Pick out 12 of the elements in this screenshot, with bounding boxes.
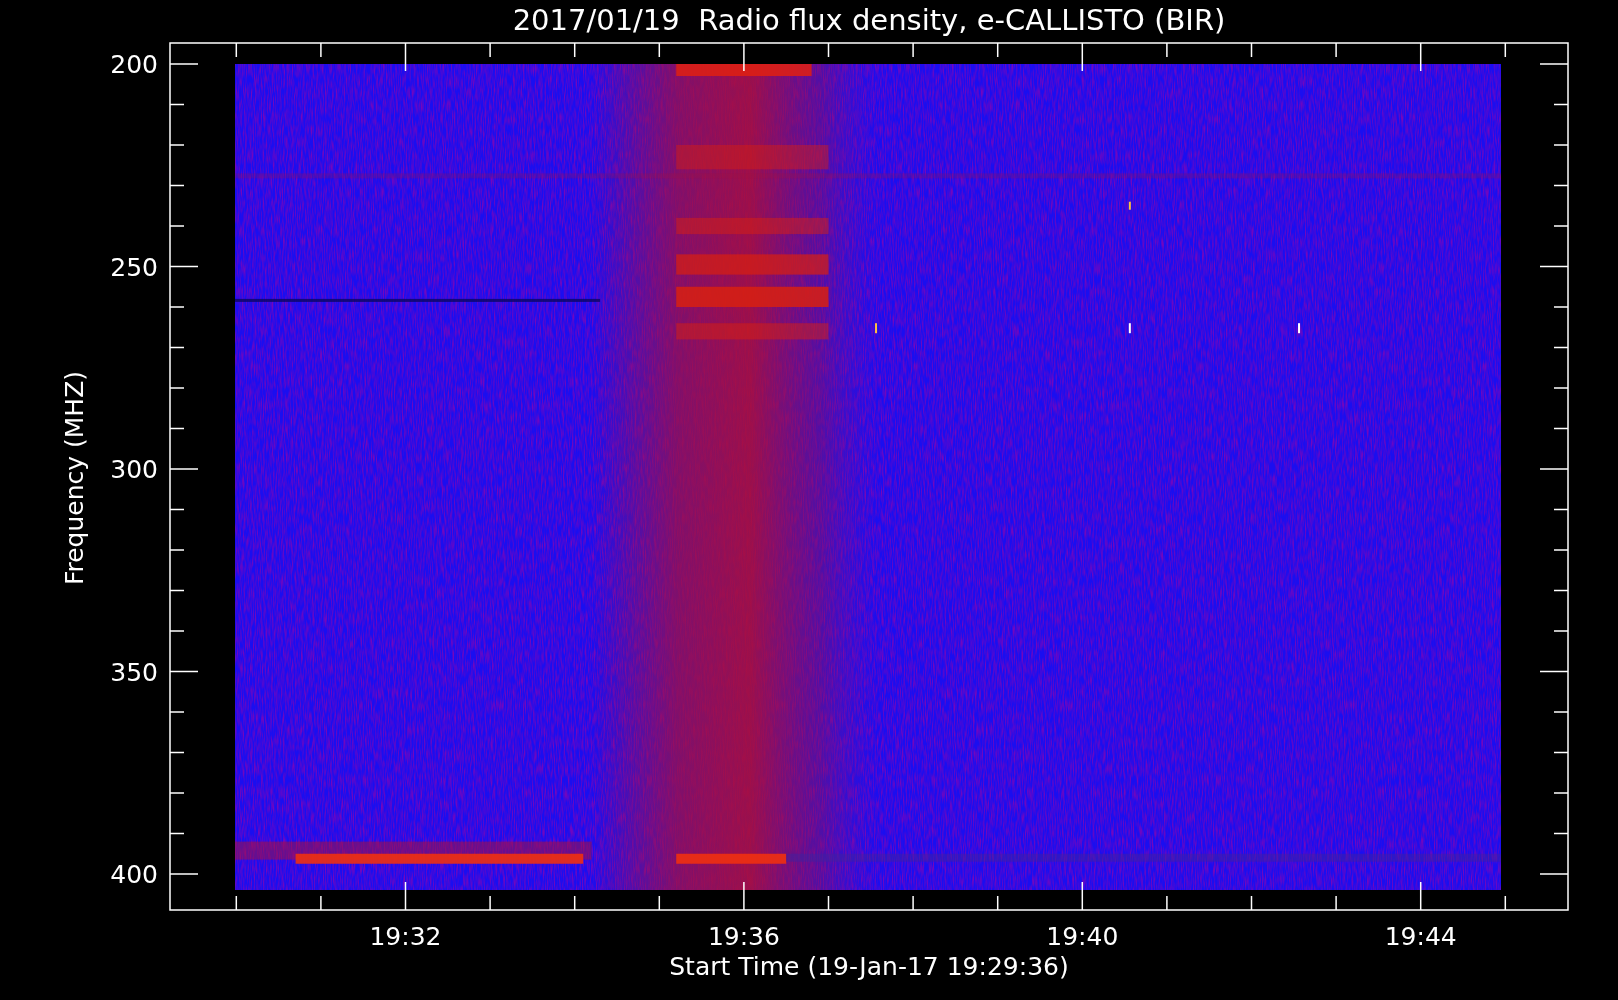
- y-tick-label: 350: [110, 657, 158, 687]
- x-tick-label: 19:44: [1384, 922, 1457, 951]
- x-axis-title: Start Time (19-Jan-17 19:29:36): [669, 952, 1069, 981]
- x-tick-label: 19:36: [707, 922, 780, 951]
- y-tick-label: 400: [110, 860, 158, 889]
- x-tick-label: 19:40: [1046, 922, 1119, 951]
- y-tick-label: 250: [110, 252, 158, 282]
- y-tick-label: 200: [110, 50, 158, 79]
- y-tick-label: 300: [110, 455, 158, 484]
- chart-title: 2017/01/19 Radio flux density, e-CALLISTO (BIR): [512, 3, 1226, 37]
- y-axis-title: Frequency (MHZ): [60, 370, 89, 586]
- x-tick-label: 19:32: [369, 922, 442, 951]
